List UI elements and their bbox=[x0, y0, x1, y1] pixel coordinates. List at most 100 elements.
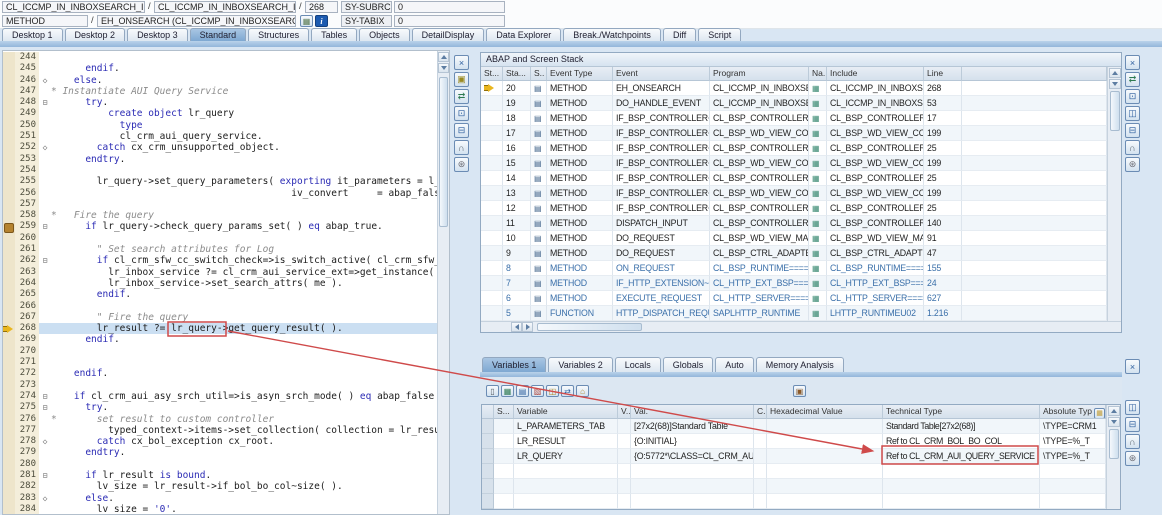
split-horizontal-icon[interactable]: ◫ bbox=[1125, 106, 1140, 121]
col-header-event[interactable]: Event bbox=[613, 67, 710, 81]
close-icon[interactable]: × bbox=[1125, 55, 1140, 70]
navigate-icon[interactable]: ▦ bbox=[812, 247, 819, 261]
tab-standard[interactable]: Standard bbox=[190, 28, 247, 41]
col-header-technical-type[interactable]: Technical Type bbox=[883, 405, 1040, 419]
table-row[interactable]: LR_RESULT{O:INITIAL}Ref to CL_CRM_BOL_BO… bbox=[482, 434, 1106, 449]
col-header-sta[interactable]: Sta... bbox=[503, 67, 531, 81]
tab-auto[interactable]: Auto bbox=[715, 357, 754, 372]
navigate-icon[interactable]: ▦ bbox=[812, 292, 819, 306]
scroll-down-icon[interactable] bbox=[1108, 417, 1120, 427]
fold-collapse-icon[interactable]: ⊟ bbox=[43, 471, 48, 480]
navigate-icon[interactable]: ▦ bbox=[812, 217, 819, 231]
tab-tables[interactable]: Tables bbox=[311, 28, 357, 41]
table-row-empty[interactable] bbox=[482, 479, 1106, 494]
stack-row[interactable]: 18▤METHODIF_BSP_CONTROLLER~H..CL_BSP_CON… bbox=[481, 111, 1107, 126]
stack-row[interactable]: 19▤METHODDO_HANDLE_EVENTCL_ICCMP_IN_INBO… bbox=[481, 96, 1107, 111]
stack-row[interactable]: 17▤METHODIF_BSP_CONTROLLER~H..CL_BSP_WD_… bbox=[481, 126, 1107, 141]
fold-collapse-icon[interactable]: ⊟ bbox=[43, 256, 48, 265]
info-icon[interactable]: i bbox=[315, 15, 328, 27]
stack-vertical-scrollbar[interactable] bbox=[1107, 67, 1121, 321]
stack-row[interactable]: 8▤METHODON_REQUESTCL_BSP_RUNTIME====..▦C… bbox=[481, 261, 1107, 276]
scroll-thumb[interactable] bbox=[439, 77, 448, 227]
split-horizontal-icon[interactable]: ◫ bbox=[1125, 400, 1140, 415]
tab-structures[interactable]: Structures bbox=[248, 28, 309, 41]
col-header-absolute-typ[interactable]: Absolute Typ▦ bbox=[1040, 405, 1106, 419]
col-header-v[interactable]: V... bbox=[618, 405, 631, 419]
navigate-icon[interactable]: ▦ bbox=[812, 127, 819, 141]
col-header-s[interactable]: S... bbox=[494, 405, 514, 419]
navigate-icon[interactable]: ▦ bbox=[812, 262, 819, 276]
tab-variables-1[interactable]: Variables 1 bbox=[482, 357, 546, 372]
stack-row[interactable]: 5▤FUNCTIONHTTP_DISPATCH_REQU..SAPLHTTP_R… bbox=[481, 306, 1107, 321]
navigate-icon[interactable]: ▦ bbox=[812, 97, 819, 111]
tab-data-explorer[interactable]: Data Explorer bbox=[486, 28, 561, 41]
col-header-include[interactable]: Include bbox=[827, 67, 924, 81]
delete-icon[interactable]: ▯ bbox=[486, 385, 499, 397]
tab-desktop-3[interactable]: Desktop 3 bbox=[127, 28, 188, 41]
stack-row[interactable]: 16▤METHODIF_BSP_CONTROLLER~H..CL_BSP_CON… bbox=[481, 141, 1107, 156]
save-icon[interactable]: ▣ bbox=[793, 385, 806, 397]
variables-scrollbar[interactable] bbox=[1106, 405, 1120, 509]
stack-row[interactable]: 7▤METHODIF_HTTP_EXTENSION~H..CL_HTTP_EXT… bbox=[481, 276, 1107, 291]
table-add-icon[interactable]: ▦ bbox=[501, 385, 514, 397]
services-icon[interactable]: ⊛ bbox=[1125, 451, 1140, 466]
col-header-st[interactable]: St... bbox=[481, 67, 503, 81]
split-icon[interactable]: ⊟ bbox=[1125, 417, 1140, 432]
stack-row[interactable]: 20▤METHODEH_ONSEARCHCL_ICCMP_IN_INBOXSEA… bbox=[481, 81, 1107, 96]
compare-icon[interactable]: ⇄ bbox=[561, 385, 574, 397]
sy-tabix-value[interactable]: 0 bbox=[394, 15, 505, 27]
stack-row[interactable]: 15▤METHODIF_BSP_CONTROLLER~H..CL_BSP_WD_… bbox=[481, 156, 1107, 171]
tab-locals[interactable]: Locals bbox=[615, 357, 661, 372]
col-header-filler[interactable] bbox=[962, 67, 1107, 81]
tab-desktop-2[interactable]: Desktop 2 bbox=[65, 28, 126, 41]
code-scrollbar[interactable] bbox=[437, 51, 449, 514]
line-number-field[interactable]: 268 bbox=[305, 1, 338, 13]
col-header-line[interactable]: Line bbox=[924, 67, 962, 81]
stack-row[interactable]: 9▤METHODDO_REQUESTCL_BSP_CTRL_ADAPTER..▦… bbox=[481, 246, 1107, 261]
col-header-val[interactable]: Val. bbox=[631, 405, 754, 419]
col-header-variable[interactable]: Variable bbox=[514, 405, 618, 419]
include-program-field[interactable]: CL_ICCMP_IN_INBOXSEARCH_IMPL=.. bbox=[154, 1, 296, 13]
close-icon[interactable]: × bbox=[1125, 359, 1140, 374]
headset-icon[interactable]: ∩ bbox=[1125, 140, 1140, 155]
services-icon[interactable]: ⊛ bbox=[454, 157, 469, 172]
navigate-icon[interactable]: ▦ bbox=[812, 142, 819, 156]
table-remove-icon[interactable]: ▧ bbox=[531, 385, 544, 397]
var-cell-selector[interactable] bbox=[482, 434, 494, 449]
col-header-program[interactable]: Program bbox=[710, 67, 809, 81]
tab-script[interactable]: Script bbox=[698, 28, 741, 41]
scroll-left-icon[interactable] bbox=[511, 322, 522, 332]
table-row-empty[interactable] bbox=[482, 494, 1106, 509]
col-header-s[interactable]: S.. bbox=[531, 67, 547, 81]
var-cell-selector[interactable] bbox=[482, 419, 494, 434]
table-row[interactable]: L_PARAMETERS_TAB[27x2(68)]Standard Table… bbox=[482, 419, 1106, 434]
stack-row[interactable]: 12▤METHODIF_BSP_CONTROLLER~H..CL_BSP_CON… bbox=[481, 201, 1107, 216]
swap-icon[interactable]: ⇄ bbox=[454, 89, 469, 104]
code-editor[interactable]: 244245 endif.246◇ else.247* Instantiate … bbox=[2, 50, 450, 515]
navigate-icon[interactable]: ▦ bbox=[812, 172, 819, 186]
fold-collapse-icon[interactable]: ⊟ bbox=[43, 222, 48, 231]
scroll-thumb[interactable] bbox=[1110, 91, 1120, 131]
event-name-field[interactable]: EH_ONSEARCH (CL_ICCMP_IN_INBOXSEARCH_IMP… bbox=[97, 15, 296, 27]
fold-collapse-icon[interactable]: ⊟ bbox=[43, 98, 48, 107]
tab-objects[interactable]: Objects bbox=[359, 28, 410, 41]
stack-row[interactable]: 10▤METHODDO_REQUESTCL_BSP_WD_VIEW_MAN..▦… bbox=[481, 231, 1107, 246]
scroll-down-icon[interactable] bbox=[1109, 79, 1121, 89]
table-row-empty[interactable] bbox=[482, 464, 1106, 479]
folder-icon[interactable]: ⌂ bbox=[576, 385, 589, 397]
navigate-icon[interactable]: ▦ bbox=[812, 82, 819, 96]
var-cell-selector[interactable] bbox=[482, 449, 494, 464]
headset-icon[interactable]: ∩ bbox=[454, 140, 469, 155]
navigate-icon[interactable]: ▦ bbox=[812, 232, 819, 246]
fullscreen-icon[interactable]: ⊡ bbox=[454, 106, 469, 121]
scroll-thumb[interactable] bbox=[1109, 429, 1119, 459]
col-header-event-type[interactable]: Event Type bbox=[547, 67, 613, 81]
tab-diff[interactable]: Diff bbox=[663, 28, 696, 41]
navigate-icon[interactable]: ▦ bbox=[812, 277, 819, 291]
col-header-c[interactable]: C... bbox=[754, 405, 767, 419]
navigate-icon[interactable]: ▦ bbox=[812, 202, 819, 216]
services-icon[interactable]: ⊛ bbox=[1125, 157, 1140, 172]
var-cell-selector[interactable] bbox=[482, 464, 494, 479]
tab-globals[interactable]: Globals bbox=[663, 357, 714, 372]
column-add-icon[interactable]: ◫ bbox=[546, 385, 559, 397]
